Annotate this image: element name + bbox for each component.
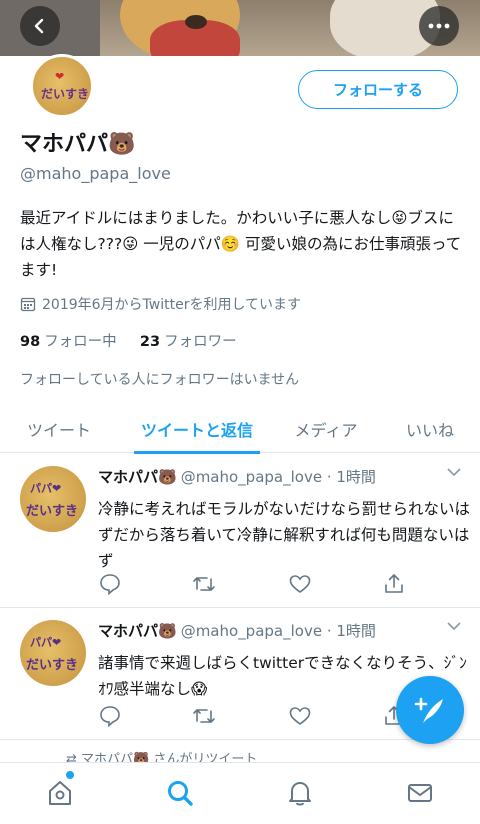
follow-stats: 98 フォロー中 23 フォロワー [20, 330, 237, 351]
compose-tweet-button[interactable] [396, 676, 464, 744]
home-icon [49, 781, 71, 805]
tweet-meta: @maho_papa_love · 1時間 [180, 468, 376, 486]
tweet-author-name[interactable]: マホパパ🐻 [98, 468, 177, 486]
nav-notifications[interactable] [284, 777, 316, 809]
heart-icon[interactable] [288, 704, 312, 728]
bell-icon [289, 782, 311, 806]
follow-button[interactable]: フォローする [298, 70, 458, 109]
calendar-icon [20, 297, 36, 312]
profile-bio: 最近アイドルにはまりました。かわいい子に悪人なし😝ブスには人権なし???😜 一児… [20, 209, 462, 279]
nav-messages[interactable] [404, 777, 436, 809]
profile-name: マホパパ🐻 [20, 132, 136, 157]
home-notification-dot [66, 771, 74, 779]
profile-banner[interactable] [0, 0, 480, 56]
tweet-item[interactable]: パパ❤ だいすき マホパパ🐻 @maho_papa_love · 1時間 冷静に考… [0, 454, 480, 608]
chevron-down-icon[interactable] [446, 466, 462, 478]
tab-tweets-and-replies[interactable]: ツイートと返信 [134, 405, 260, 454]
heart-doodle: ❤ [55, 70, 65, 83]
heart-icon[interactable] [288, 572, 312, 596]
nav-home[interactable] [44, 777, 76, 809]
chevron-down-icon[interactable] [446, 620, 462, 632]
retweet-icon[interactable] [192, 572, 216, 596]
followers-link[interactable]: 23 フォロワー [140, 334, 237, 350]
profile-handle: @maho_papa_love [20, 164, 171, 183]
bottom-navigation [0, 762, 480, 824]
reply-icon[interactable] [98, 704, 122, 728]
nav-search[interactable] [164, 777, 196, 809]
avatar-scribble: だいすき [41, 87, 90, 101]
tweet-text: 冷静に考えればモラルがないだけなら罰せられないはずだから落ち着いて冷静に解釈すれ… [98, 500, 471, 570]
reply-icon[interactable] [98, 572, 122, 596]
retweet-icon[interactable] [192, 704, 216, 728]
tweet-actions [98, 572, 438, 596]
mail-icon [408, 784, 432, 802]
search-icon [168, 781, 193, 806]
more-dots-icon [428, 23, 450, 29]
more-options-button[interactable] [419, 6, 459, 46]
tab-media[interactable]: メディア [280, 405, 372, 453]
share-icon[interactable] [382, 572, 406, 596]
compose-tweet-icon [414, 697, 443, 723]
profile-tabs: ツイート ツイートと返信 メディア いいね [0, 405, 480, 454]
profile-avatar[interactable]: ❤ だいすき [30, 54, 94, 118]
tweet-actions [98, 704, 438, 728]
mutual-followers-note: フォローしている人にフォロワーはいません [20, 372, 300, 388]
tab-likes[interactable]: いいね [390, 405, 470, 453]
back-arrow-icon [34, 18, 44, 34]
following-link[interactable]: 98 フォロー中 [20, 334, 117, 350]
tab-tweets[interactable]: ツイート [0, 405, 118, 453]
tweet-avatar[interactable]: パパ❤ だいすき [20, 466, 86, 532]
tweet-author-name[interactable]: マホパパ🐻 [98, 622, 177, 640]
tweet-header: マホパパ🐻 @maho_papa_love · 1時間 [98, 466, 376, 487]
joined-text: 2019年6月からTwitterを利用しています [42, 297, 302, 313]
tweet-meta: @maho_papa_love · 1時間 [180, 622, 376, 640]
back-button[interactable] [20, 6, 60, 46]
tweet-header: マホパパ🐻 @maho_papa_love · 1時間 [98, 620, 376, 641]
joined-date: 2019年6月からTwitterを利用しています [20, 294, 301, 314]
tweet-avatar[interactable]: パパ❤ だいすき [20, 620, 86, 686]
